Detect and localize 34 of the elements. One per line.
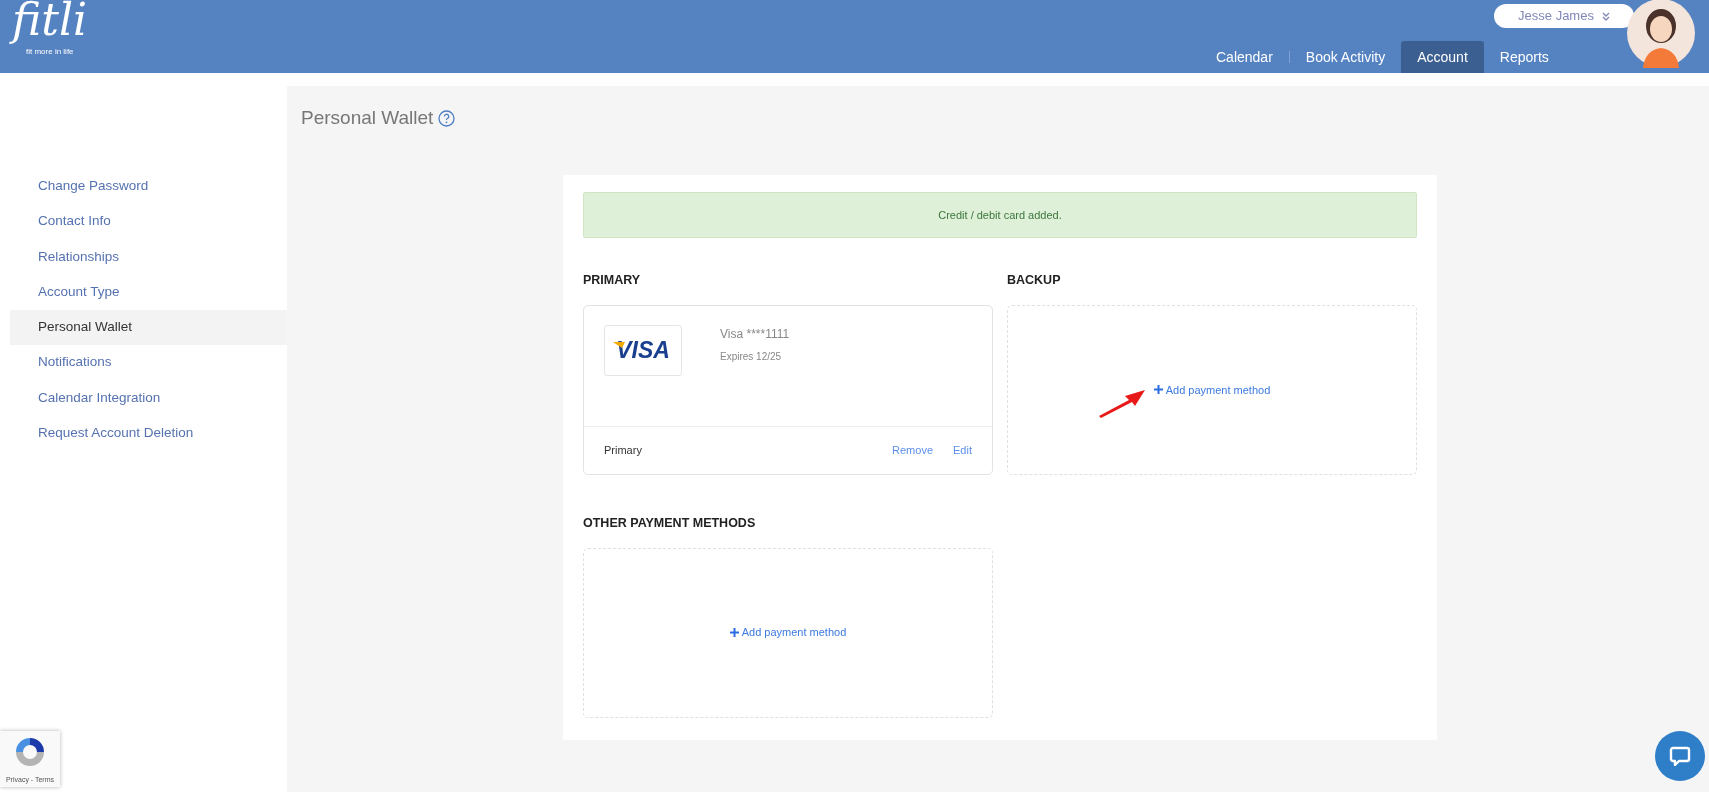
- nav-tab[interactable]: Reports: [1483, 41, 1565, 73]
- recaptcha-icon: [13, 735, 47, 769]
- sidebar-item[interactable]: Account Type: [10, 274, 287, 310]
- sidebar-item[interactable]: Notifications: [10, 345, 287, 381]
- page-title: Personal Wallet: [301, 106, 434, 130]
- section-heading: BACKUP: [1007, 272, 1062, 289]
- sidebar-item[interactable]: Relationships: [10, 239, 287, 275]
- plus-icon: [729, 628, 739, 637]
- success-alert: Credit / debit card added.: [583, 191, 1417, 238]
- user-menu[interactable]: Jesse James: [1494, 4, 1634, 28]
- sidebar-item[interactable]: Request Account Deletion: [10, 415, 287, 451]
- nav-tab[interactable]: Calendar: [1200, 41, 1289, 73]
- help-icon[interactable]: [438, 109, 456, 127]
- nav-tab[interactable]: Account: [1401, 41, 1484, 73]
- plus-icon: [1153, 385, 1163, 395]
- section-heading: OTHER PAYMENT METHODS: [583, 514, 757, 532]
- annotation-arrow: [1097, 387, 1147, 418]
- chat-icon: [1668, 744, 1692, 768]
- card-action-link[interactable]: Edit: [953, 442, 972, 459]
- visa-logo: VISA: [604, 324, 682, 376]
- sidebar-item[interactable]: Change Password: [10, 169, 287, 205]
- card-expiry: Expires 12/25: [720, 349, 783, 364]
- nav-tab[interactable]: Book Activity: [1289, 41, 1402, 73]
- chevron-icon: [1601, 11, 1610, 21]
- sidebar-item[interactable]: Personal Wallet: [10, 310, 287, 346]
- section-heading: PRIMARY: [583, 272, 642, 289]
- card-number: Visa ****1111: [720, 325, 790, 343]
- add-payment-link[interactable]: Add payment method: [729, 624, 847, 641]
- card-status: Primary: [604, 443, 642, 458]
- sidebar-item[interactable]: Contact Info: [10, 204, 287, 240]
- sidebar-item[interactable]: Calendar Integration: [10, 380, 287, 416]
- logo-tagline: fit more in life: [26, 46, 74, 58]
- add-payment-link[interactable]: Add payment method: [1153, 381, 1271, 398]
- card-action-link[interactable]: Remove: [892, 442, 934, 459]
